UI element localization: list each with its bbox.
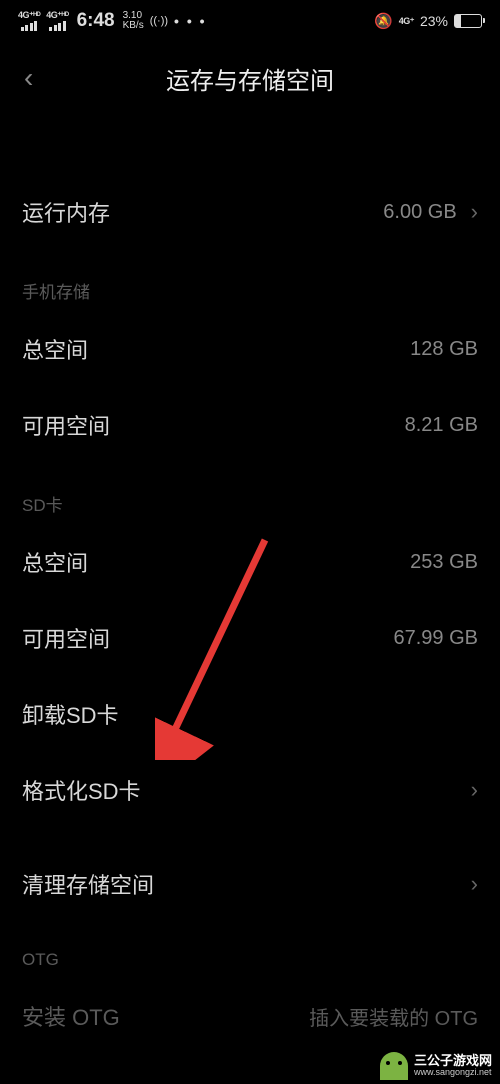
row-label: 卸载SD卡 xyxy=(22,698,119,730)
row-label: 可用空间 xyxy=(22,409,110,441)
net-speed-unit: KB/s xyxy=(123,21,144,31)
row-sd-available: 可用空间 67.99 GB xyxy=(0,600,500,676)
row-value: 253 GB xyxy=(410,551,478,574)
more-icon: • • • xyxy=(174,13,206,29)
row-label: 总空间 xyxy=(22,546,88,578)
row-label: 格式化SD卡 xyxy=(22,774,141,806)
chevron-right-icon: › xyxy=(471,871,478,897)
battery-icon xyxy=(454,14,482,28)
status-bar: 4G⁺ᴴᴰ 4G⁺ᴴᴰ 6:48 3.10 KB/s ((·)) • • • 🔕… xyxy=(0,0,500,42)
status-right: 🔕 4G⁺ 23% xyxy=(374,12,482,30)
net-indicator-label: 4G⁺ xyxy=(399,17,414,26)
row-value: 6.00 GB xyxy=(383,201,456,224)
row-value: 8.21 GB xyxy=(405,414,478,437)
row-phone-available: 可用空间 8.21 GB xyxy=(0,387,500,463)
signal-2-label: 4G⁺ᴴᴰ xyxy=(46,11,68,20)
row-sd-total: 总空间 253 GB xyxy=(0,524,500,600)
row-format-sd[interactable]: 格式化SD卡 › xyxy=(0,752,500,828)
section-phone-storage: 手机存储 xyxy=(0,250,500,311)
signal-1-label: 4G⁺ᴴᴰ xyxy=(18,11,40,20)
signal-1: 4G⁺ᴴᴰ xyxy=(18,11,40,31)
back-button[interactable]: ‹ xyxy=(24,62,33,94)
chevron-right-icon: › xyxy=(471,199,478,225)
hotspot-icon: ((·)) xyxy=(150,15,168,27)
row-hint: 插入要装载的 OTG xyxy=(309,1002,478,1031)
row-ram[interactable]: 运行内存 6.00 GB › xyxy=(0,174,500,250)
row-label: 安装 OTG xyxy=(22,1000,120,1032)
row-phone-total: 总空间 128 GB xyxy=(0,311,500,387)
watermark-title: 三公子游戏网 xyxy=(414,1054,492,1068)
row-value: 128 GB xyxy=(410,338,478,361)
row-label: 运行内存 xyxy=(22,196,110,228)
page-header: ‹ 运存与存储空间 xyxy=(0,42,500,114)
watermark: 三公子游戏网 www.sangongzi.net xyxy=(372,1048,500,1084)
battery-percent: 23% xyxy=(420,13,448,29)
content: 运行内存 6.00 GB › 手机存储 总空间 128 GB 可用空间 8.21… xyxy=(0,114,500,1054)
row-unmount-sd[interactable]: 卸载SD卡 xyxy=(0,676,500,752)
row-label: 清理存储空间 xyxy=(22,868,154,900)
watermark-url: www.sangongzi.net xyxy=(414,1068,492,1078)
chevron-right-icon: › xyxy=(471,777,478,803)
row-cleanup[interactable]: 清理存储空间 › xyxy=(0,846,500,922)
watermark-logo-icon xyxy=(380,1052,408,1080)
section-sd-card: SD卡 xyxy=(0,463,500,524)
signal-2: 4G⁺ᴴᴰ xyxy=(46,11,68,31)
net-speed: 3.10 KB/s xyxy=(123,11,144,31)
signal-bars-icon xyxy=(21,21,38,31)
clock: 6:48 xyxy=(77,10,115,32)
row-value: 67.99 GB xyxy=(393,627,478,650)
bell-mute-icon: 🔕 xyxy=(374,12,393,30)
row-install-otg: 安装 OTG 插入要装载的 OTG xyxy=(0,978,500,1054)
status-left: 4G⁺ᴴᴰ 4G⁺ᴴᴰ 6:48 3.10 KB/s ((·)) • • • xyxy=(18,10,207,32)
net-indicator: 4G⁺ xyxy=(399,17,414,26)
row-label: 可用空间 xyxy=(22,622,110,654)
section-otg: OTG xyxy=(0,922,500,978)
signal-bars-icon xyxy=(49,21,66,31)
row-label: 总空间 xyxy=(22,333,88,365)
page-title: 运存与存储空间 xyxy=(24,61,476,96)
